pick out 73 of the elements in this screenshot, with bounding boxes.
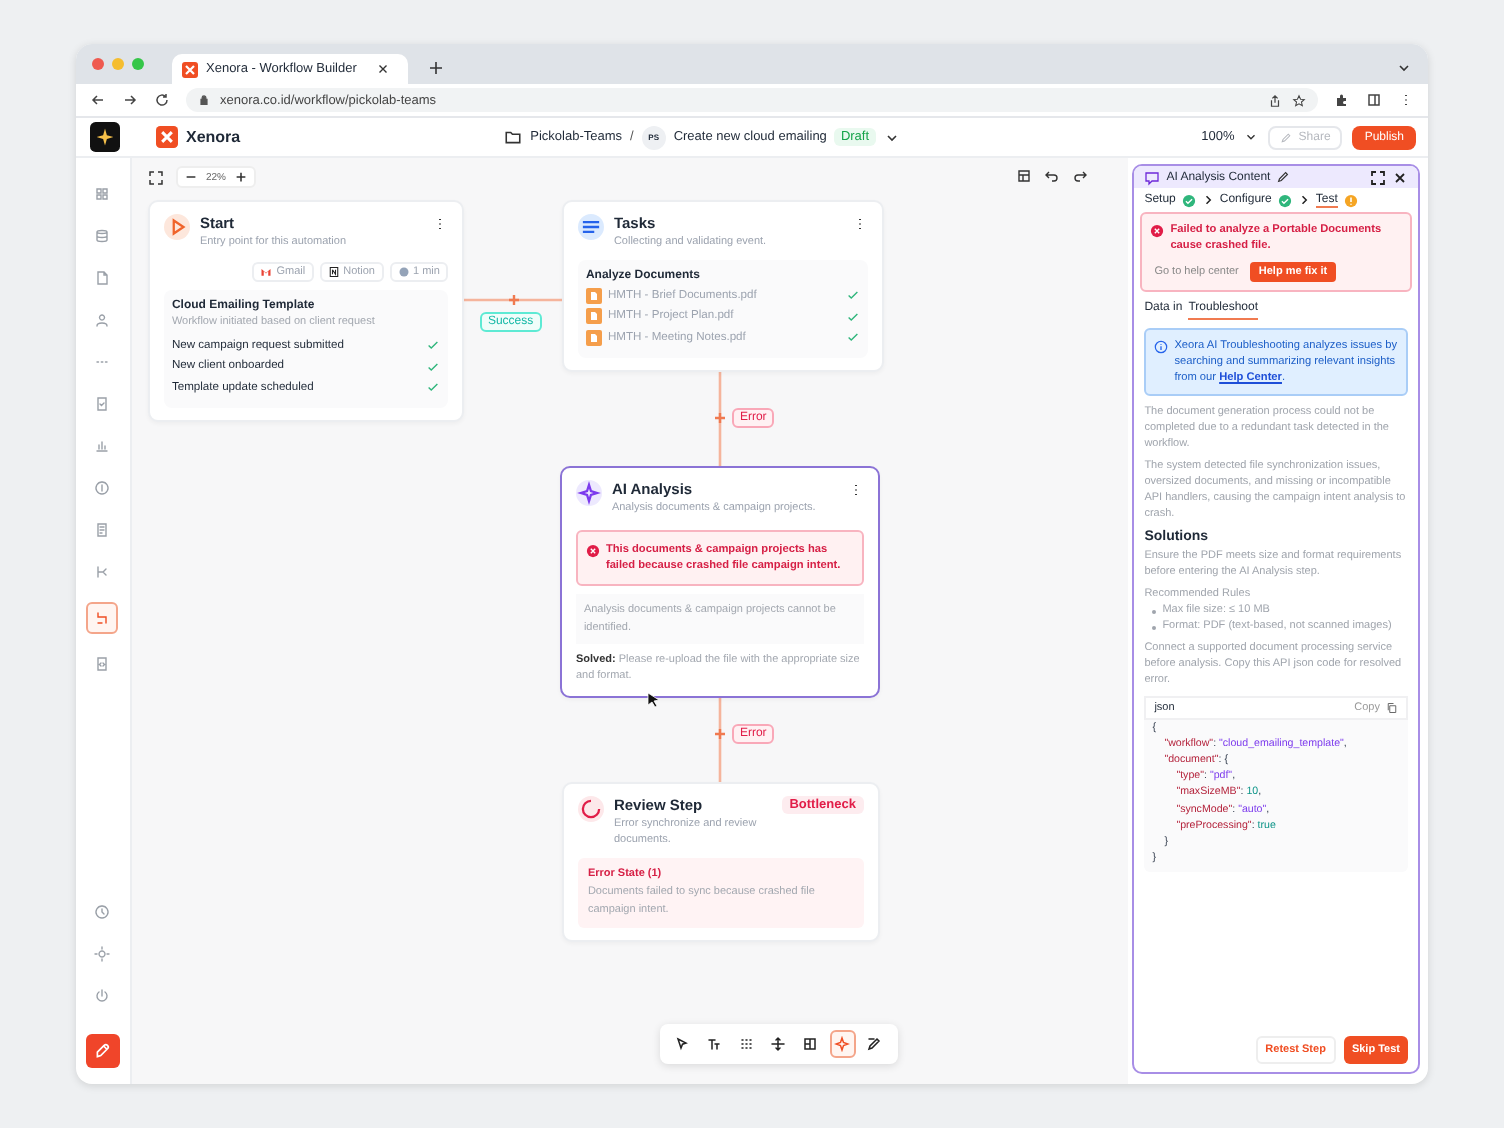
app-name: Xenora	[186, 128, 241, 146]
mail-icon	[260, 265, 273, 278]
clock-icon	[94, 904, 111, 920]
lock-icon	[198, 94, 210, 106]
spinner-icon	[577, 796, 604, 822]
user-icon	[94, 312, 111, 328]
workflow-nav-item[interactable]	[86, 602, 119, 634]
info-icon	[1154, 339, 1169, 354]
workflow-node[interactable]	[559, 466, 880, 699]
folder-icon	[504, 128, 523, 146]
expand-icon[interactable]	[1369, 169, 1386, 185]
redo-icon[interactable]	[1072, 168, 1089, 184]
file-icon	[94, 270, 111, 286]
fullscreen-icon[interactable]	[147, 169, 164, 185]
edit-icon	[866, 1036, 883, 1052]
code-icon	[94, 656, 111, 672]
document-icon	[94, 522, 111, 538]
back-icon[interactable]	[90, 92, 106, 108]
zoom-in-icon[interactable]	[233, 170, 248, 184]
clock-icon	[397, 265, 409, 278]
launch-button[interactable]	[85, 1034, 120, 1068]
pointer-icon	[674, 1036, 691, 1052]
connector-line	[463, 294, 562, 306]
workflow-icon	[94, 610, 111, 626]
share-icon[interactable]	[1268, 93, 1282, 107]
bullet-icon	[1152, 625, 1157, 630]
error-icon	[585, 543, 600, 558]
pdf-file-icon	[585, 329, 602, 346]
app-logo-icon	[182, 61, 198, 77]
layout-icon[interactable]	[1016, 168, 1033, 184]
chevron-right-icon	[1201, 194, 1214, 206]
minimize-dot[interactable]	[112, 58, 124, 70]
chevron-down-icon[interactable]	[883, 129, 900, 145]
pdf-file-icon	[585, 308, 602, 325]
close-icon[interactable]	[1391, 169, 1408, 185]
chevron-right-icon	[1297, 194, 1310, 206]
pencil-icon	[1280, 131, 1293, 143]
chart-icon	[94, 438, 111, 454]
text-icon	[706, 1036, 723, 1052]
layers-icon	[577, 214, 604, 240]
extension-icon[interactable]	[1334, 92, 1350, 108]
chevron-down-icon[interactable]	[1396, 60, 1412, 76]
star-icon[interactable]	[1292, 93, 1306, 107]
zoom-out-icon[interactable]	[183, 170, 198, 184]
checklist-icon	[94, 396, 111, 412]
move-icon	[770, 1036, 787, 1052]
undo-icon[interactable]	[1044, 168, 1061, 184]
notion-icon	[327, 265, 340, 278]
new-tab-icon[interactable]	[428, 60, 444, 76]
bullet-icon	[1152, 609, 1157, 614]
pencil-icon	[93, 1042, 112, 1060]
connector-line	[713, 368, 726, 466]
sparkle-logo-icon[interactable]	[89, 122, 119, 152]
reload-icon[interactable]	[154, 92, 170, 108]
close-icon[interactable]	[376, 62, 391, 76]
error-icon	[1150, 224, 1165, 238]
close-dot[interactable]	[92, 58, 104, 70]
grid-icon	[94, 186, 111, 202]
app-logo-icon	[156, 126, 178, 148]
database-icon	[94, 228, 111, 244]
frame-icon	[802, 1036, 819, 1052]
sidebar-icon[interactable]	[1366, 92, 1382, 108]
pdf-file-icon	[585, 287, 602, 304]
branch-icon	[94, 564, 111, 580]
cursor-icon	[645, 690, 662, 710]
play-icon	[163, 214, 190, 240]
edit-icon[interactable]	[1276, 170, 1291, 184]
maximize-dot[interactable]	[132, 58, 144, 70]
copy-icon	[1385, 701, 1398, 714]
power-icon	[94, 988, 111, 1004]
chevron-down-icon[interactable]	[1244, 130, 1259, 144]
grid-icon	[738, 1036, 755, 1052]
forward-icon[interactable]	[122, 92, 138, 108]
